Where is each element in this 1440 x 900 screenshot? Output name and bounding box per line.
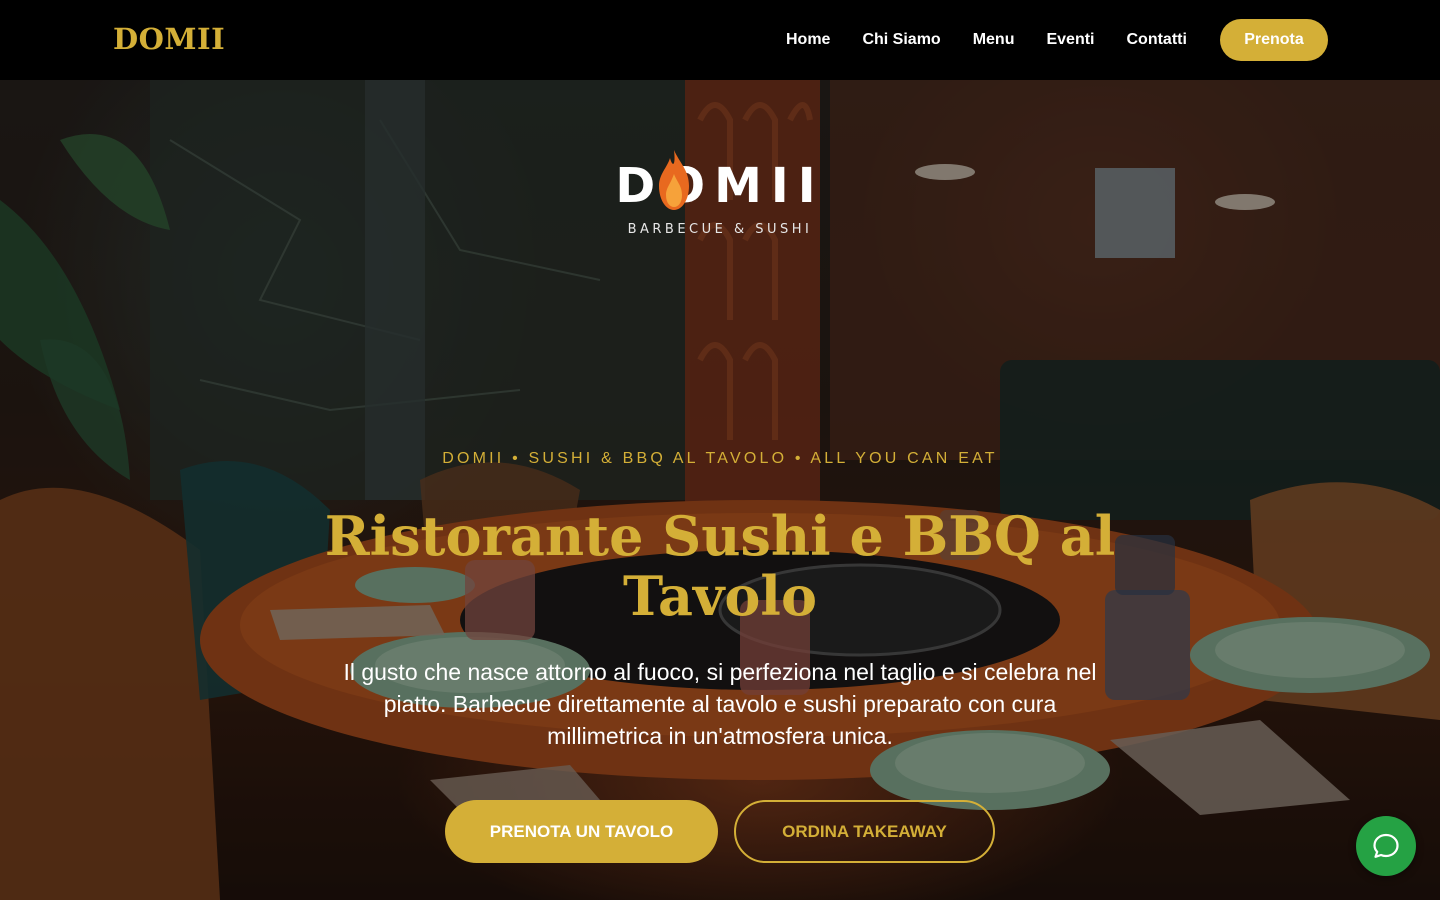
nav-eventi[interactable]: Eventi [1046,31,1094,49]
hero-logo: DOMII BARBECUE & SUSHI [600,150,840,240]
nav-home[interactable]: Home [786,31,830,49]
flame-icon [659,150,689,210]
prenota-button[interactable]: Prenota [1220,19,1328,61]
main-nav: Home Chi Siamo Menu Eventi Contatti [786,0,1187,80]
chat-button[interactable] [1356,816,1416,876]
chat-bubble-icon [1373,833,1399,858]
site-header: DOMII Home Chi Siamo Menu Eventi Contatt… [0,0,1440,80]
ordina-takeaway-button[interactable]: ORDINA TAKEAWAY [734,800,995,863]
prenota-tavolo-button[interactable]: PRENOTA UN TAVOLO [445,800,718,863]
nav-chi-siamo[interactable]: Chi Siamo [862,31,940,49]
brand-logo[interactable]: DOMII [113,22,225,56]
hero-lead: Il gusto che nasce attorno al fuoco, si … [343,659,1097,749]
hero-tagline: DOMII • SUSHI & BBQ AL TAVOLO • ALL YOU … [442,450,998,467]
hero-title: Ristorante Sushi e BBQ al Tavolo [324,504,1116,628]
hero-logo-subtitle: BARBECUE & SUSHI [627,222,813,237]
hero-logo-word: DOMII [615,158,825,214]
nav-menu[interactable]: Menu [973,31,1015,49]
nav-contatti[interactable]: Contatti [1126,31,1186,49]
